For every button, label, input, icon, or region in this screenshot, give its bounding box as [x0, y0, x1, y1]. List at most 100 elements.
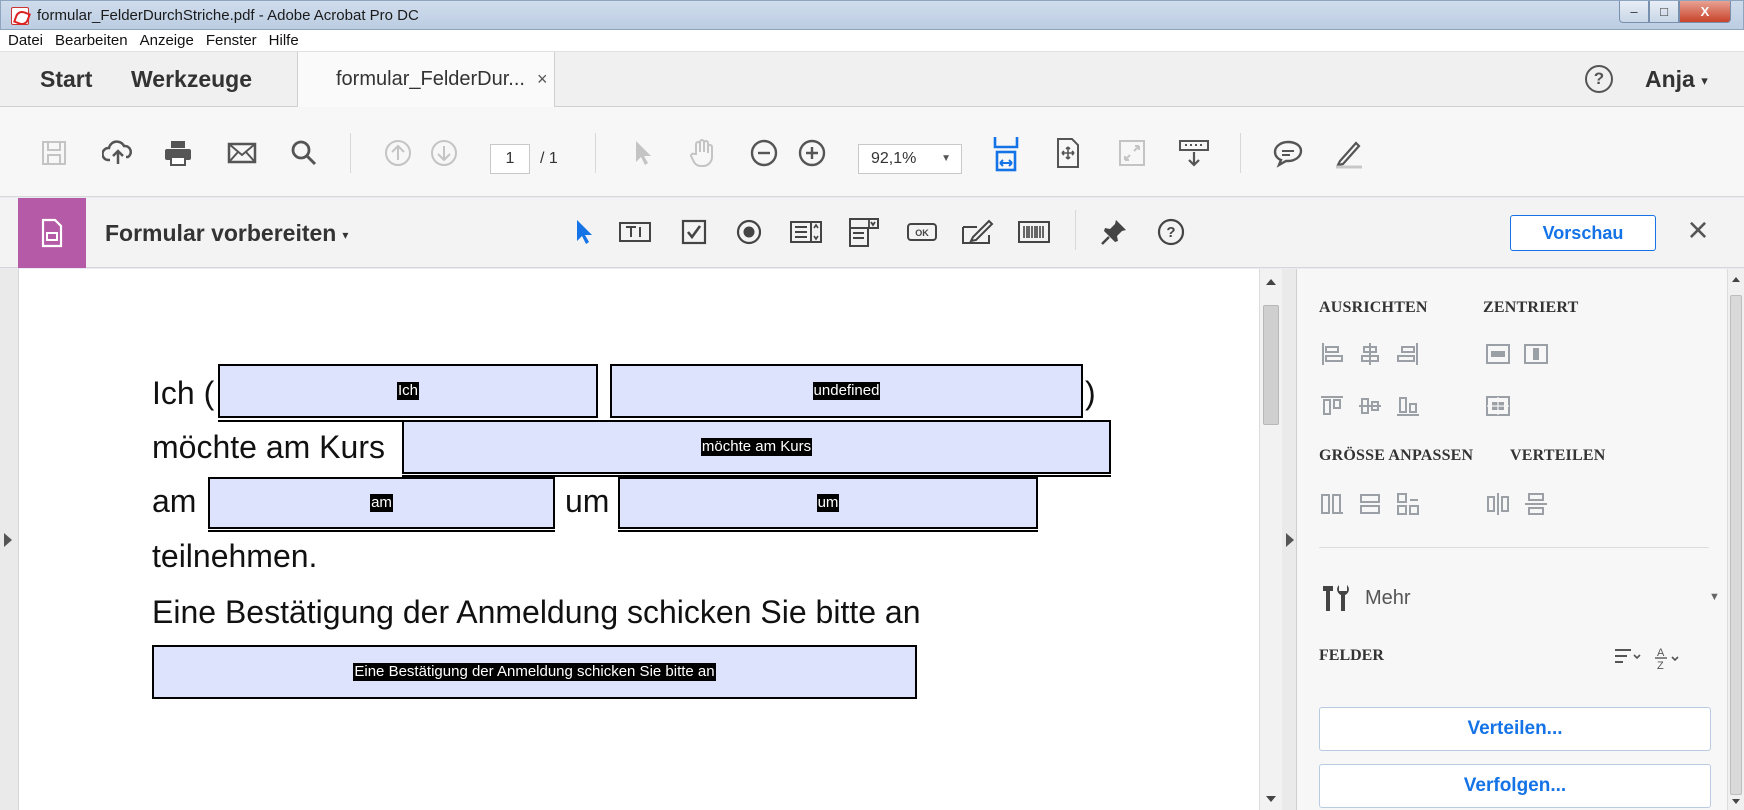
- tab-document-label: formular_FelderDur...: [336, 68, 525, 90]
- zoom-out-icon[interactable]: [746, 135, 782, 171]
- zoom-level-value: 92,1%: [871, 150, 917, 167]
- align-vertical-center-icon[interactable]: [1357, 393, 1383, 419]
- radio-button-icon[interactable]: [731, 214, 767, 250]
- barcode-field-icon[interactable]: [1016, 214, 1052, 250]
- distribute-horizontal-icon[interactable]: [1485, 491, 1511, 517]
- align-top-icon[interactable]: [1319, 393, 1345, 419]
- menu-anzeige[interactable]: Anzeige: [140, 32, 194, 49]
- form-field-bestaetigung[interactable]: Eine Bestätigung der Anmeldung schicken …: [152, 645, 917, 699]
- text-line-5: Eine Bestätigung der Anmeldung schicken …: [152, 594, 921, 630]
- checkbox-field-icon[interactable]: [676, 214, 712, 250]
- help-icon[interactable]: ?: [1585, 65, 1613, 93]
- zoom-level-select[interactable]: 92,1% ▼: [858, 144, 962, 174]
- right-panel-toggle[interactable]: [1282, 269, 1297, 810]
- comment-icon[interactable]: [1270, 135, 1306, 171]
- pin-icon[interactable]: [1096, 214, 1132, 250]
- svg-text:A: A: [1657, 647, 1665, 659]
- menu-items: Datei Bearbeiten Anzeige Fenster Hilfe: [0, 30, 1744, 52]
- center-both-icon[interactable]: [1485, 393, 1511, 419]
- form-help-icon[interactable]: ?: [1153, 214, 1189, 250]
- maximize-button[interactable]: □: [1649, 1, 1679, 23]
- minimize-button[interactable]: –: [1619, 1, 1649, 23]
- form-field-um[interactable]: um: [618, 477, 1038, 529]
- save-icon[interactable]: [36, 135, 72, 171]
- cloud-upload-icon[interactable]: [100, 135, 136, 171]
- center-vertical-icon[interactable]: [1523, 341, 1549, 367]
- match-width-icon[interactable]: [1319, 491, 1345, 517]
- text-field-icon[interactable]: [617, 214, 653, 250]
- distribute-vertical-icon[interactable]: [1523, 491, 1549, 517]
- sort-alphabetical-icon[interactable]: AZ: [1653, 645, 1683, 676]
- match-height-icon[interactable]: [1357, 491, 1383, 517]
- scroll-down-icon[interactable]: [1266, 796, 1276, 802]
- left-panel-toggle[interactable]: [0, 269, 18, 810]
- distribute-form-button[interactable]: Verteilen...: [1319, 707, 1711, 751]
- menu-datei[interactable]: Datei: [8, 32, 43, 49]
- fit-width-icon[interactable]: [988, 135, 1024, 172]
- menu-bearbeiten[interactable]: Bearbeiten: [55, 32, 128, 49]
- tab-document[interactable]: formular_FelderDur... ×: [297, 52, 555, 107]
- panel-scrollbar[interactable]: [1727, 269, 1744, 810]
- tab-close-icon[interactable]: ×: [537, 69, 548, 90]
- scroll-mode-icon[interactable]: [1176, 135, 1212, 171]
- search-icon[interactable]: [286, 135, 322, 171]
- button-field-icon[interactable]: OK: [904, 214, 940, 250]
- resize-heading: GRÖSSE ANPASSEN: [1319, 447, 1474, 464]
- align-bottom-icon[interactable]: [1395, 393, 1421, 419]
- tab-werkzeuge[interactable]: Werkzeuge: [131, 52, 252, 106]
- signature-field-icon[interactable]: [960, 214, 996, 250]
- zoom-in-icon[interactable]: [794, 135, 830, 171]
- center-horizontal-icon[interactable]: [1485, 341, 1511, 367]
- list-box-icon[interactable]: [788, 214, 824, 250]
- align-left-icon[interactable]: [1319, 341, 1345, 367]
- align-horizontal-center-icon[interactable]: [1357, 341, 1383, 367]
- sign-pen-icon[interactable]: [1330, 135, 1366, 171]
- email-icon[interactable]: [224, 135, 260, 171]
- track-form-button[interactable]: Verfolgen...: [1319, 764, 1711, 808]
- more-tools-dropdown[interactable]: Mehr ▼: [1319, 581, 1720, 615]
- next-page-icon[interactable]: [426, 135, 462, 171]
- scrollbar-thumb[interactable]: [1263, 305, 1279, 425]
- fit-page-icon[interactable]: [1050, 135, 1086, 171]
- select-object-icon[interactable]: [565, 214, 601, 250]
- fullscreen-icon[interactable]: [1114, 135, 1150, 171]
- align-right-icon[interactable]: [1395, 341, 1421, 367]
- menu-fenster[interactable]: Fenster: [206, 32, 257, 49]
- window-title: formular_FelderDurchStriche.pdf - Adobe …: [37, 7, 419, 24]
- sort-order-icon[interactable]: [1613, 645, 1643, 676]
- scrollbar-thumb[interactable]: [1730, 295, 1742, 795]
- dropdown-field-icon[interactable]: [846, 214, 882, 250]
- match-both-icon[interactable]: [1395, 491, 1421, 517]
- print-icon[interactable]: [160, 135, 196, 171]
- form-mode-title: Formular vorbereiten: [105, 220, 337, 246]
- select-cursor-icon[interactable]: [624, 135, 660, 171]
- more-label: Mehr: [1365, 586, 1411, 609]
- field-label-undefined: undefined: [812, 382, 881, 400]
- tab-start[interactable]: Start: [40, 52, 92, 106]
- user-menu[interactable]: Anja ▾: [1645, 66, 1708, 93]
- tab-bar: Start Werkzeuge formular_FelderDur... × …: [0, 52, 1744, 107]
- tools-icon: [1323, 585, 1349, 611]
- close-window-button[interactable]: X: [1679, 1, 1731, 23]
- text-line-1-end: ): [1085, 375, 1096, 411]
- menu-hilfe[interactable]: Hilfe: [269, 32, 299, 49]
- form-mode-dropdown[interactable]: Formular vorbereiten ▾: [105, 220, 348, 247]
- form-field-kurs[interactable]: möchte am Kurs: [402, 420, 1111, 474]
- page-number-input[interactable]: 1: [490, 144, 530, 174]
- previous-page-icon[interactable]: [380, 135, 416, 171]
- scroll-up-icon[interactable]: [1266, 279, 1276, 285]
- preview-button[interactable]: Vorschau: [1510, 215, 1656, 251]
- field-label-am: am: [370, 494, 393, 512]
- align-heading: AUSRICHTEN: [1319, 299, 1428, 316]
- scroll-down-icon[interactable]: [1732, 799, 1740, 804]
- scroll-up-icon[interactable]: [1732, 277, 1740, 282]
- hand-tool-icon[interactable]: [684, 135, 720, 171]
- center-heading: ZENTRIERT: [1483, 299, 1579, 316]
- form-field-ich[interactable]: Ich: [218, 364, 598, 418]
- pdf-page: Ich ( Ich undefined ) möchte am Kurs möc…: [22, 269, 1259, 810]
- form-field-undefined[interactable]: undefined: [610, 364, 1083, 418]
- svg-text:Z: Z: [1657, 660, 1664, 671]
- form-field-am[interactable]: am: [208, 477, 555, 529]
- document-scrollbar[interactable]: [1259, 269, 1282, 810]
- close-form-mode-icon[interactable]: ×: [1680, 212, 1716, 248]
